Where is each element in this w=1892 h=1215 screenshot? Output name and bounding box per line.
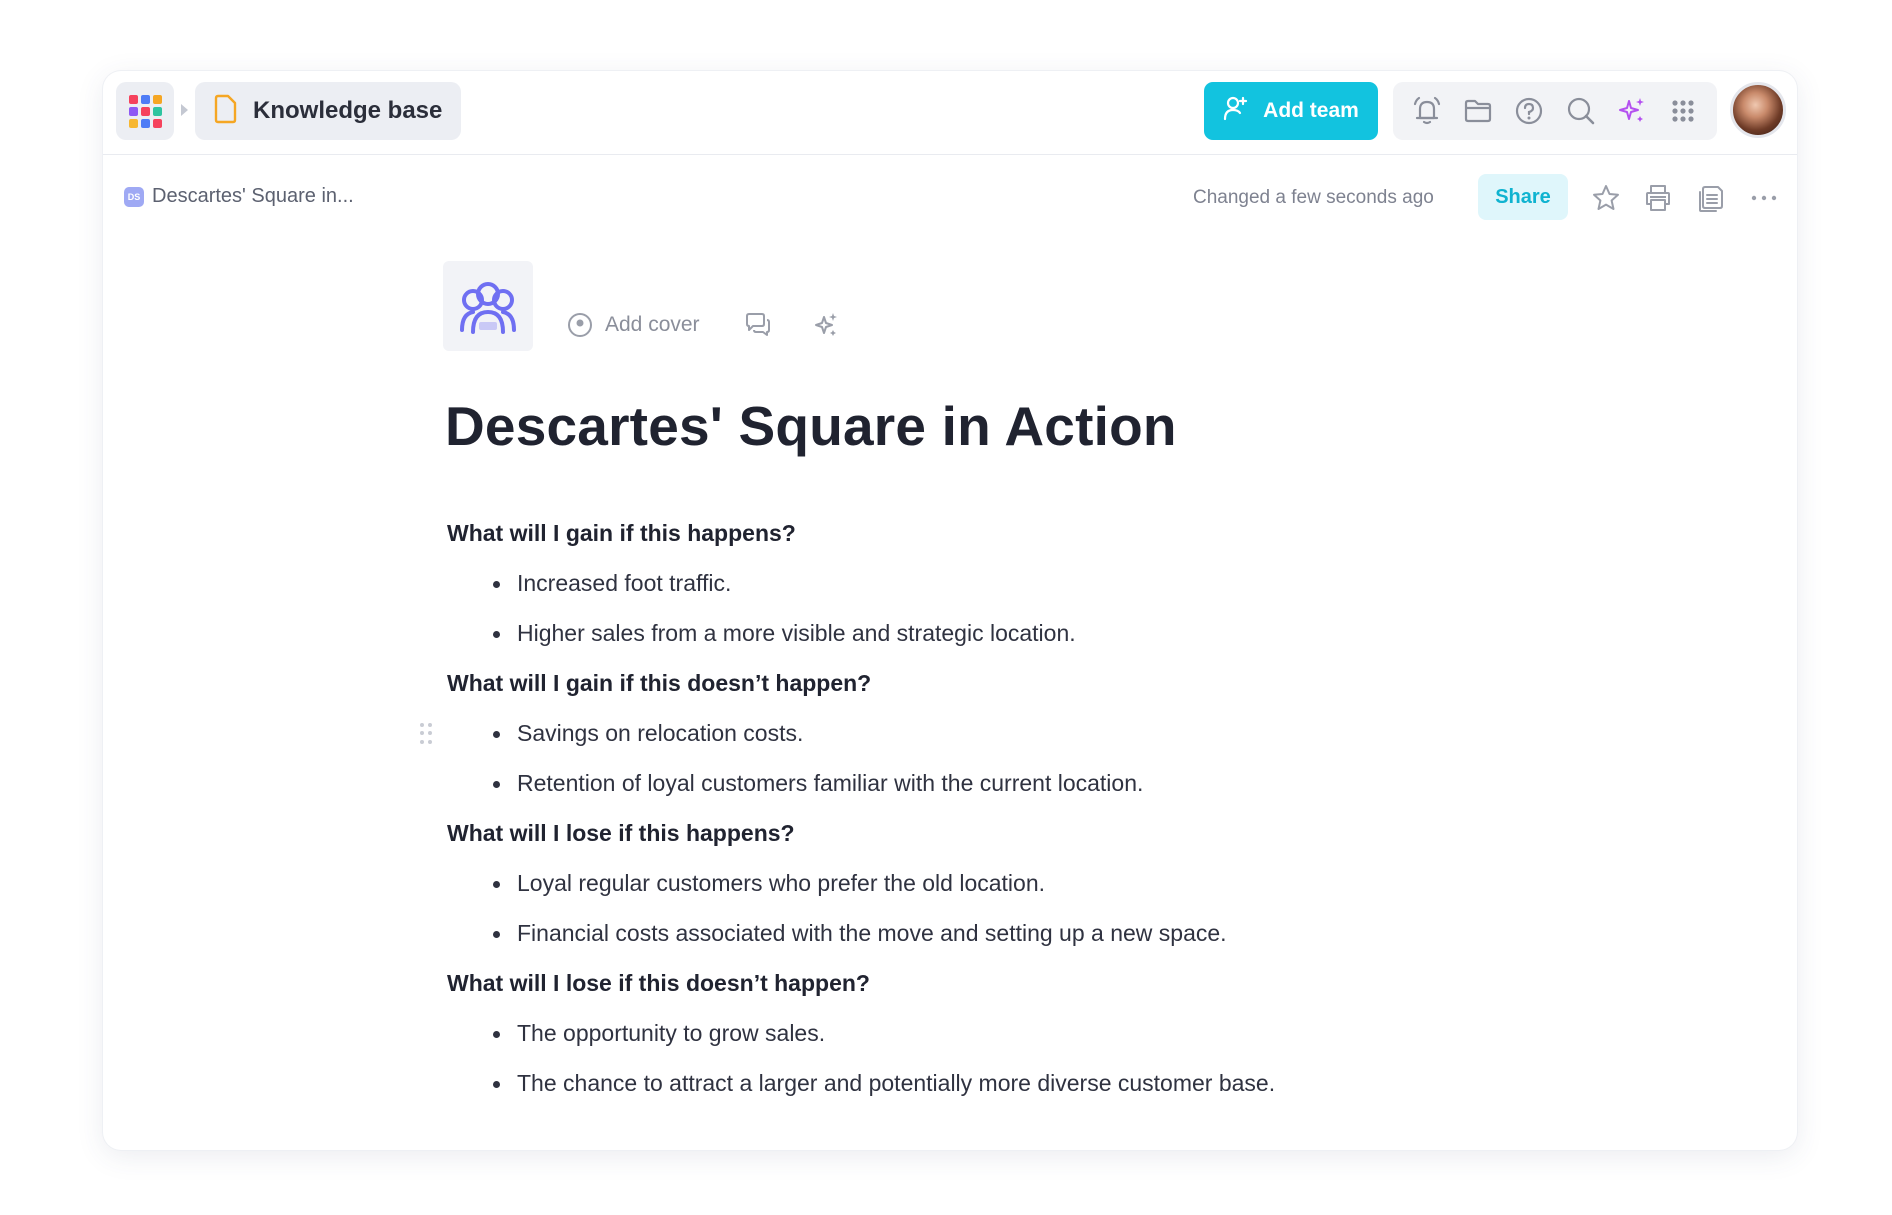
- page-icon: [213, 94, 237, 129]
- top-bar: Knowledge base Add team: [103, 71, 1797, 155]
- list-item[interactable]: Retention of loyal customers familiar wi…: [447, 758, 1447, 808]
- list-item[interactable]: Financial costs associated with the move…: [447, 908, 1447, 958]
- list-item[interactable]: The chance to attract a larger and poten…: [447, 1058, 1447, 1108]
- add-cover-icon: [568, 313, 592, 337]
- document-content[interactable]: What will I gain if this happens? Increa…: [420, 508, 1447, 1108]
- app-launcher-button[interactable]: [116, 82, 174, 140]
- add-user-icon: [1223, 95, 1249, 127]
- comments-icon[interactable]: [744, 311, 772, 339]
- list-item[interactable]: Loyal regular customers who prefer the o…: [447, 858, 1447, 908]
- ai-assist-icon[interactable]: [812, 311, 840, 339]
- list-item-text: Savings on relocation costs.: [517, 720, 804, 746]
- duplicate-icon[interactable]: [1694, 181, 1728, 215]
- bullet-list: Increased foot traffic. Higher sales fro…: [447, 558, 1447, 658]
- bullet-list: Loyal regular customers who prefer the o…: [447, 858, 1447, 958]
- add-cover-label: Add cover: [605, 313, 700, 336]
- document-team-icon[interactable]: [443, 261, 533, 351]
- bullet-list: The opportunity to grow sales. The chanc…: [447, 1008, 1447, 1108]
- ai-sparkle-icon[interactable]: [1614, 93, 1650, 129]
- document-breadcrumb-label: Descartes' Square in...: [152, 185, 354, 207]
- more-options-icon[interactable]: [1747, 181, 1781, 215]
- top-toolbar: [1393, 82, 1717, 140]
- document-breadcrumb[interactable]: DS Descartes' Square in...: [124, 185, 354, 208]
- section-heading[interactable]: What will I lose if this doesn’t happen?: [447, 958, 1447, 1008]
- list-item[interactable]: The opportunity to grow sales.: [447, 1008, 1447, 1058]
- apps-color-grid-icon: [128, 94, 162, 128]
- help-icon[interactable]: [1511, 93, 1547, 129]
- app-window: Knowledge base Add team DS Descartes' Sq…: [103, 71, 1797, 1150]
- document-tools: Add cover: [567, 311, 880, 339]
- document-title[interactable]: Descartes' Square in Action: [445, 394, 1177, 458]
- apps-grid-icon[interactable]: [1665, 93, 1701, 129]
- add-team-button[interactable]: Add team: [1204, 82, 1378, 140]
- document-badge: DS: [124, 186, 144, 207]
- bullet-list: Savings on relocation costs. Retention o…: [420, 708, 1447, 808]
- apps-grid-square: [152, 106, 162, 116]
- section-heading[interactable]: What will I gain if this happens?: [447, 508, 1447, 558]
- folder-icon[interactable]: [1460, 93, 1496, 129]
- bell-icon[interactable]: [1409, 93, 1445, 129]
- share-button[interactable]: Share: [1478, 174, 1568, 220]
- section-heading[interactable]: What will I lose if this happens?: [447, 808, 1447, 858]
- document-header-bar: DS Descartes' Square in... Changed a few…: [103, 155, 1797, 245]
- apps-grid-square: [140, 94, 150, 104]
- apps-grid-square: [140, 118, 150, 128]
- list-item[interactable]: Increased foot traffic.: [447, 558, 1447, 608]
- breadcrumb-caret-icon: [181, 104, 188, 116]
- apps-grid-square: [128, 94, 138, 104]
- apps-grid-square: [152, 94, 162, 104]
- add-cover-button[interactable]: Add cover: [567, 312, 700, 338]
- list-item[interactable]: Higher sales from a more visible and str…: [447, 608, 1447, 658]
- list-item[interactable]: Savings on relocation costs.: [420, 708, 1447, 758]
- star-icon[interactable]: [1589, 181, 1623, 215]
- drag-handle-icon[interactable]: [420, 723, 432, 745]
- apps-grid-square: [128, 106, 138, 116]
- apps-grid-square: [128, 118, 138, 128]
- search-icon[interactable]: [1563, 93, 1599, 129]
- add-team-label: Add team: [1263, 99, 1359, 122]
- section-heading[interactable]: What will I gain if this doesn’t happen?: [447, 658, 1447, 708]
- last-changed-status: Changed a few seconds ago: [1193, 187, 1434, 208]
- apps-grid-square: [152, 118, 162, 128]
- print-icon[interactable]: [1641, 181, 1675, 215]
- workspace-label: Knowledge base: [253, 97, 443, 124]
- workspace-breadcrumb-button[interactable]: Knowledge base: [195, 82, 461, 140]
- apps-grid-square: [140, 106, 150, 116]
- user-avatar[interactable]: [1730, 82, 1786, 138]
